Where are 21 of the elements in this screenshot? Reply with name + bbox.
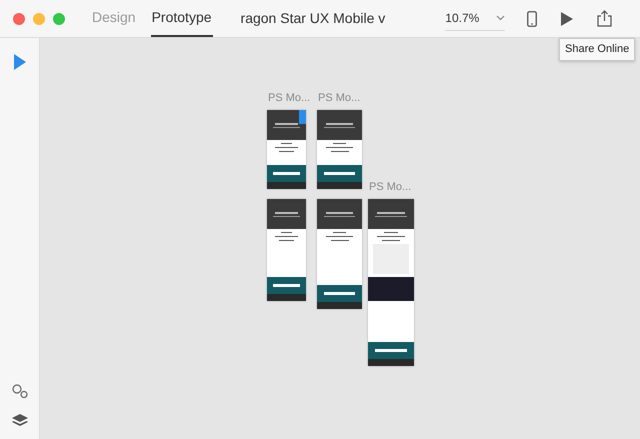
- mode-tab[interactable]: Prototype: [150, 0, 213, 37]
- link-icon[interactable]: [12, 384, 28, 398]
- close-button[interactable]: [13, 12, 25, 24]
- artboard-thumbnail[interactable]: [317, 199, 362, 309]
- phone-icon[interactable]: [527, 10, 538, 26]
- zoom-dropdown[interactable]: 10.7%: [445, 6, 506, 30]
- document-title: ragon Star UX Mobile v: [240, 9, 386, 28]
- home-marker: [299, 110, 306, 124]
- artboard-label: PS Mo...: [318, 92, 360, 105]
- artboard-label: PS Mo...: [369, 181, 412, 194]
- artboard-thumbnail[interactable]: [267, 199, 306, 301]
- pointer-icon[interactable]: [14, 54, 26, 70]
- play-icon[interactable]: [561, 12, 574, 26]
- artboard-thumbnail[interactable]: [317, 110, 362, 189]
- layers-icon[interactable]: [12, 414, 28, 429]
- tooltip: Share Online: [559, 38, 636, 60]
- share-icon[interactable]: [597, 10, 612, 27]
- artboard-thumbnail[interactable]: [267, 110, 306, 189]
- artboard-thumbnail[interactable]: [368, 199, 414, 366]
- artboard-label: PS Mo...: [268, 92, 310, 105]
- chevron-down-icon: [496, 15, 506, 21]
